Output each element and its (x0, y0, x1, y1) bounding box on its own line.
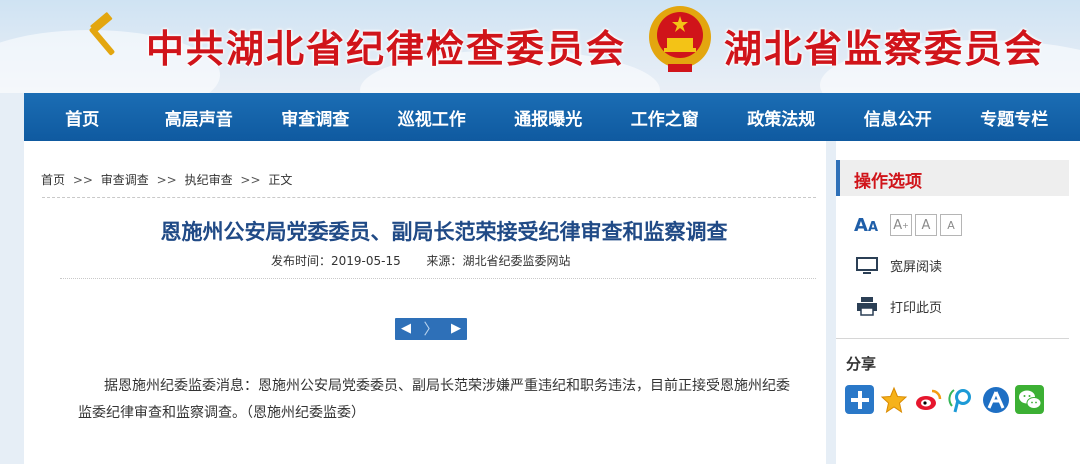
breadcrumb-separator: >> (156, 173, 177, 187)
article-title: 恩施州公安局党委委员、副局长范荣接受纪律审查和监察调查 (160, 220, 728, 244)
image-pager: ◀ 〉 ▶ (395, 318, 467, 340)
weibo-icon (915, 389, 941, 410)
article-panel: 首页 >> 审查调查 >> 执纪审查 >> 正文 恩施州公安局党委委员、副局长范… (24, 141, 826, 464)
breadcrumb-discipline-review[interactable]: 执纪审查 (185, 173, 233, 187)
printer-icon (857, 297, 877, 316)
divider (836, 338, 1069, 339)
nav-item-exposure[interactable]: 通报曝光 (490, 105, 607, 130)
share-more-button[interactable] (845, 385, 874, 414)
tencent-weibo-icon (947, 388, 971, 412)
options-heading-bar: 操作选项 (836, 160, 1069, 196)
next-arrow-icon[interactable]: ▶ (451, 318, 461, 340)
national-emblem-icon (649, 6, 711, 72)
date-label: 发布时间： (271, 254, 332, 268)
nav-item-inspection[interactable]: 巡视工作 (374, 105, 491, 130)
nav-item-investigation[interactable]: 审查调查 (257, 105, 374, 130)
breadcrumb-home[interactable]: 首页 (41, 173, 65, 187)
plus-icon (850, 390, 869, 409)
share-heading: 分享 (846, 355, 877, 373)
party-emblem-icon (79, 12, 126, 60)
share-wechat-button[interactable] (1015, 385, 1044, 414)
font-size-label: AA (854, 214, 878, 236)
wide-read-button[interactable]: 宽屏阅读 (856, 256, 942, 275)
print-button[interactable]: 打印此页 (856, 296, 942, 316)
wechat-icon (1018, 390, 1041, 409)
publish-date: 2019-05-15 (331, 254, 401, 268)
article-source: 湖北省纪委监委网站 (462, 254, 571, 268)
share-qzone-button[interactable] (879, 385, 908, 414)
monitor-icon (856, 256, 878, 274)
wide-read-label: 宽屏阅读 (890, 260, 943, 275)
divider-chevron-icon: 〉 (423, 320, 439, 338)
nav-item-info-disclosure[interactable]: 信息公开 (840, 105, 957, 130)
org-title-supervision-commission: 湖北省监察委员会 (724, 27, 1045, 71)
renren-icon (982, 386, 1009, 413)
star-icon (880, 386, 907, 413)
source-label: 来源： (426, 254, 463, 268)
prev-arrow-icon[interactable]: ◀ (401, 318, 411, 340)
options-heading: 操作选项 (854, 172, 922, 192)
print-label: 打印此页 (890, 300, 943, 316)
breadcrumb-investigation[interactable]: 审查调查 (101, 173, 149, 187)
options-sidebar: 操作选项 AA A + A A 宽屏阅读 打印此页 分享 (836, 141, 1080, 464)
nav-item-work-window[interactable]: 工作之窗 (607, 105, 724, 130)
font-size-large-button[interactable]: A + (890, 214, 912, 236)
font-size-medium-button[interactable]: A (915, 214, 937, 236)
share-weibo-button[interactable] (913, 385, 942, 414)
divider (60, 278, 816, 279)
main-nav: 首页 高层声音 审查调查 巡视工作 通报曝光 工作之窗 政策法规 信息公开 专题… (24, 93, 1080, 141)
nav-item-policy[interactable]: 政策法规 (723, 105, 840, 130)
share-renren-button[interactable] (981, 385, 1010, 414)
article-meta: 发布时间：2019-05-15 来源：湖北省纪委监委网站 (271, 252, 570, 269)
breadcrumb-separator: >> (240, 173, 261, 187)
nav-item-home[interactable]: 首页 (24, 105, 141, 130)
breadcrumb-separator: >> (72, 173, 93, 187)
breadcrumb-current: 正文 (268, 173, 293, 187)
nav-item-leadership-voice[interactable]: 高层声音 (141, 105, 258, 130)
breadcrumb: 首页 >> 审查调查 >> 执纪审查 >> 正文 (41, 171, 292, 188)
nav-item-special-topics[interactable]: 专题专栏 (956, 105, 1073, 130)
divider (42, 197, 816, 198)
font-size-controls: AA A + A A (854, 214, 965, 236)
share-tencent-weibo-button[interactable] (947, 385, 976, 414)
font-size-small-button[interactable]: A (940, 214, 962, 236)
org-title-discipline-commission: 中共湖北省纪律检查委员会 (146, 27, 627, 71)
site-banner: 中共湖北省纪律检查委员会 湖北省监察委员会 (0, 0, 1080, 93)
share-buttons (845, 385, 1049, 414)
article-body: 据恩施州纪委监委消息：恩施州公安局党委委员、副局长范荣涉嫌严重违纪和职务违法，目… (78, 378, 790, 421)
